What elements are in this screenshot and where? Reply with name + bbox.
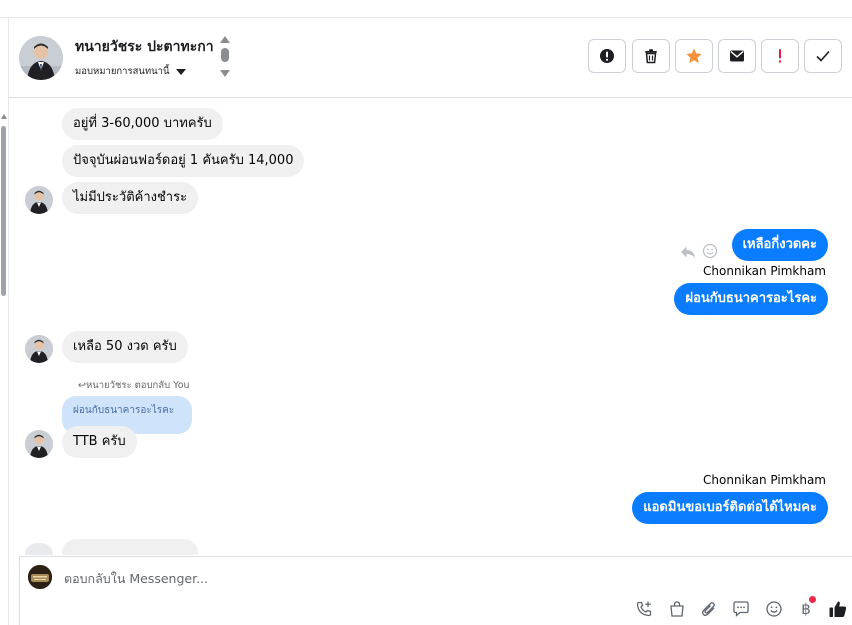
smiley-icon: [766, 601, 782, 617]
delete-button[interactable]: [632, 39, 670, 73]
left-scrollbar[interactable]: [0, 18, 9, 625]
conversation-header: ทนายวัชระ ปะตาทะกา มอบหมายการสนทนานี้: [9, 18, 852, 98]
chevron-down-icon: [175, 68, 186, 75]
reply-icon[interactable]: [680, 244, 696, 258]
check-icon: [816, 50, 830, 62]
payments-button[interactable]: ฿: [796, 596, 816, 619]
shop-button[interactable]: [667, 599, 687, 619]
like-button[interactable]: [828, 599, 848, 619]
thumbs-up-icon: [829, 601, 847, 617]
star-icon: [686, 48, 702, 63]
scroll-up-icon[interactable]: [220, 36, 230, 43]
contact-avatar-small[interactable]: [25, 335, 53, 363]
mark-spam-button[interactable]: [588, 39, 626, 73]
incoming-message[interactable]: ไม่มีประวัติค้างชำระ: [62, 182, 199, 214]
reaction-icon[interactable]: [702, 243, 718, 259]
assign-label: มอบหมายการสนทนานี้: [75, 66, 170, 77]
paperclip-icon: [701, 602, 715, 617]
contact-avatar[interactable]: [19, 36, 63, 80]
saved-replies-button[interactable]: [731, 599, 751, 619]
scrollbar-thumb[interactable]: [1, 126, 6, 296]
scroll-up-arrow-icon[interactable]: [1, 114, 7, 119]
scroll-down-icon[interactable]: [220, 70, 230, 77]
sender-name: Chonnikan Pimkham: [703, 473, 826, 487]
reply-arrow-icon: ↩: [78, 380, 86, 391]
exclamation-icon: [778, 49, 782, 63]
notification-dot: [809, 596, 816, 603]
outgoing-message[interactable]: เหลือกี่งวดคะ: [731, 229, 828, 261]
page-avatar: [28, 565, 52, 589]
mark-unread-button[interactable]: [718, 39, 756, 73]
outgoing-message[interactable]: แอดมินขอเบอร์ติดต่อได้ไหมคะ: [632, 492, 828, 524]
emoji-button[interactable]: [764, 599, 784, 619]
attach-button[interactable]: [699, 599, 719, 619]
follow-up-button[interactable]: [761, 39, 799, 73]
chat-bubble-icon: [733, 601, 749, 617]
incoming-message-partial: [62, 539, 198, 555]
mark-done-button[interactable]: [804, 39, 842, 73]
phone-plus-icon: [636, 601, 652, 617]
assign-conversation-dropdown[interactable]: มอบหมายการสนทนานี้: [75, 64, 186, 79]
outgoing-message[interactable]: ผ่อนกับธนาคารอะไรคะ: [674, 283, 828, 315]
shopping-bag-icon: [670, 601, 684, 617]
name-scroller[interactable]: [219, 36, 231, 82]
incoming-message[interactable]: เหลือ 50 งวด ครับ: [62, 331, 188, 363]
trash-icon: [645, 49, 657, 64]
inbox-conversation-view: ทนายวัชระ ปะตาทะกา มอบหมายการสนทนานี้ อย…: [0, 0, 852, 625]
contact-name[interactable]: ทนายวัชระ ปะตาทะกา: [75, 36, 214, 58]
top-strip: [0, 0, 852, 18]
contact-avatar-small[interactable]: [25, 430, 53, 458]
incoming-message[interactable]: อยู่ที่ 3-60,000 บาทครับ: [62, 108, 223, 140]
alert-circle-icon: [600, 49, 614, 63]
call-button[interactable]: [634, 599, 654, 619]
contact-avatar-small[interactable]: [25, 186, 53, 214]
contact-avatar-small: [25, 543, 53, 555]
star-button[interactable]: [675, 39, 713, 73]
incoming-message[interactable]: TTB ครับ: [62, 426, 137, 458]
baht-icon: ฿: [801, 600, 811, 618]
reply-hint-text: หนายวัชระ ตอบกลับ You: [85, 380, 190, 391]
reply-hint: ↩หนายวัชระ ตอบกลับ You: [78, 378, 190, 393]
reply-input[interactable]: [64, 567, 664, 589]
sender-name: Chonnikan Pimkham: [703, 264, 826, 278]
scroller-thumb[interactable]: [221, 48, 229, 62]
incoming-message[interactable]: ปัจจุบันผ่อนฟอร์ดอยู่ 1 คันครับ 14,000: [62, 145, 305, 177]
envelope-icon: [730, 50, 744, 62]
reply-composer: ฿: [19, 556, 852, 625]
